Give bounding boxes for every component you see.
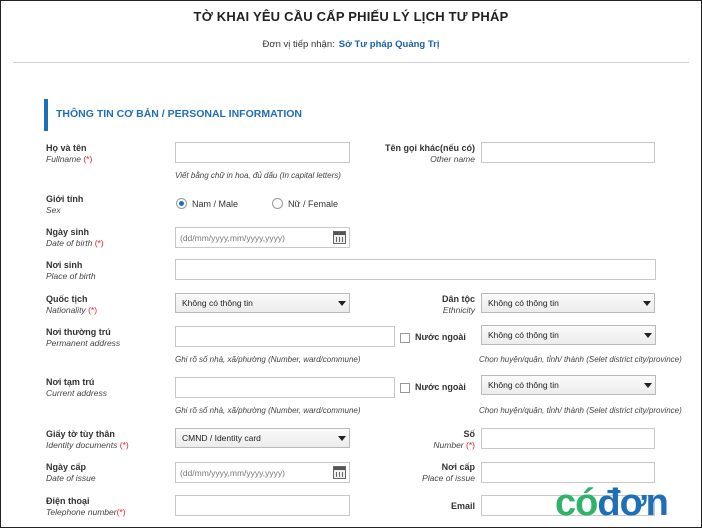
id-doc-sub: Identity documents (*) — [46, 440, 129, 450]
pob-sub: Place of birth — [46, 271, 96, 281]
calendar-icon[interactable] — [333, 466, 346, 479]
id-doc-select[interactable]: CMND / Identity card — [175, 428, 350, 448]
current-label: Nơi tạm trú — [46, 377, 95, 387]
codon-watermark-logo: cóđơn — [555, 482, 669, 524]
sex-male-radio[interactable] — [176, 198, 187, 209]
permanent-foreign-label: Nước ngoài — [415, 332, 466, 342]
other-name-label: Tên gọi khác(nếu có) — [384, 143, 475, 153]
permanent-hint-left: Ghi rõ số nhà, xã/phường (Number, ward/c… — [175, 355, 361, 364]
phone-label: Điện thoại — [46, 496, 90, 506]
other-name-sub: Other name — [430, 154, 475, 164]
ethnicity-label: Dân tộc — [441, 294, 475, 304]
nationality-label: Quốc tịch — [46, 294, 88, 304]
current-district-select[interactable]: Không có thông tin — [481, 375, 656, 395]
chevron-down-icon — [641, 376, 655, 394]
receiving-unit: Đơn vị tiếp nhận: Sở Tư pháp Quảng Trị — [0, 39, 702, 50]
issue-place-label: Nơi cấp — [441, 462, 475, 472]
email-label: Email — [450, 501, 475, 511]
sex-label: Giới tính — [46, 194, 84, 204]
sex-male-label: Nam / Male — [192, 199, 239, 209]
fullname-hint: Viết bằng chữ in hoa, đủ dấu (In capital… — [175, 171, 341, 180]
sex-female-radio[interactable] — [272, 198, 283, 209]
chevron-down-icon — [335, 429, 349, 447]
current-address-input[interactable] — [175, 377, 395, 398]
number-input[interactable] — [481, 428, 655, 449]
ethnicity-sub: Ethnicity — [442, 305, 475, 315]
section-title: THÔNG TIN CƠ BẢN / PERSONAL INFORMATION — [56, 108, 302, 120]
divider — [13, 62, 689, 63]
current-hint-left: Ghi rõ số nhà, xã/phường (Number, ward/c… — [175, 406, 361, 415]
phone-sub: Telephone number(*) — [46, 507, 126, 517]
section-accent-bar — [44, 99, 48, 131]
sex-female-label: Nữ / Female — [288, 199, 339, 209]
calendar-icon[interactable] — [333, 231, 346, 244]
permanent-label: Nơi thường trú — [46, 327, 111, 337]
permanent-hint-right: Chọn huyện/quận, tỉnh/ thành (Selet dist… — [479, 355, 682, 364]
current-hint-right: Chọn huyện/quận, tỉnh/ thành (Selet dist… — [479, 406, 682, 415]
nationality-sub: Nationality (*) — [46, 305, 98, 315]
dob-placeholder: (dd/mm/yyyy,mm/yyyy,yyyy) — [180, 233, 285, 243]
chevron-down-icon — [641, 326, 655, 344]
sex-sub: Sex — [46, 205, 61, 215]
pob-label: Nơi sinh — [46, 260, 83, 270]
current-foreign-label: Nước ngoài — [415, 382, 466, 392]
nationality-select[interactable]: Không có thông tin — [175, 293, 350, 313]
chevron-down-icon — [335, 294, 349, 312]
dob-label: Ngày sinh — [46, 227, 90, 237]
permanent-address-input[interactable] — [175, 326, 395, 347]
id-doc-label: Giấy tờ tùy thân — [46, 429, 115, 439]
issue-date-label: Ngày cấp — [46, 462, 87, 472]
fullname-sub: Fullname (*) — [46, 154, 93, 164]
fullname-label: Họ và tên — [46, 143, 87, 153]
chevron-down-icon — [640, 294, 654, 312]
number-label: Số — [463, 429, 475, 439]
permanent-sub: Permanent address — [46, 338, 121, 348]
issue-date-sub: Date of issue — [46, 473, 96, 483]
form-title: TỜ KHAI YÊU CẦU CẤP PHIẾU LÝ LỊCH TƯ PHÁ… — [193, 9, 509, 24]
receiving-unit-label: Đơn vị tiếp nhận: — [262, 39, 335, 50]
fullname-input[interactable] — [175, 142, 350, 163]
permanent-foreign-checkbox[interactable] — [400, 333, 410, 343]
number-sub: Number (*) — [433, 440, 475, 450]
issue-place-sub: Place of issue — [422, 473, 475, 483]
issue-date-input[interactable]: (dd/mm/yyyy,mm/yyyy,yyyy) — [175, 462, 350, 483]
permanent-district-select[interactable]: Không có thông tin — [481, 325, 656, 345]
current-sub: Current address — [46, 388, 107, 398]
issue-date-placeholder: (dd/mm/yyyy,mm/yyyy,yyyy) — [180, 468, 285, 478]
dob-sub: Date of birth (*) — [46, 238, 104, 248]
other-name-input[interactable] — [481, 142, 655, 163]
ethnicity-select[interactable]: Không có thông tin — [481, 293, 655, 313]
pob-input[interactable] — [175, 259, 656, 280]
receiving-unit-link[interactable]: Sở Tư pháp Quảng Trị — [339, 39, 440, 50]
dob-input[interactable]: (dd/mm/yyyy,mm/yyyy,yyyy) — [175, 227, 350, 248]
current-foreign-checkbox[interactable] — [400, 383, 410, 393]
phone-input[interactable] — [175, 495, 350, 516]
